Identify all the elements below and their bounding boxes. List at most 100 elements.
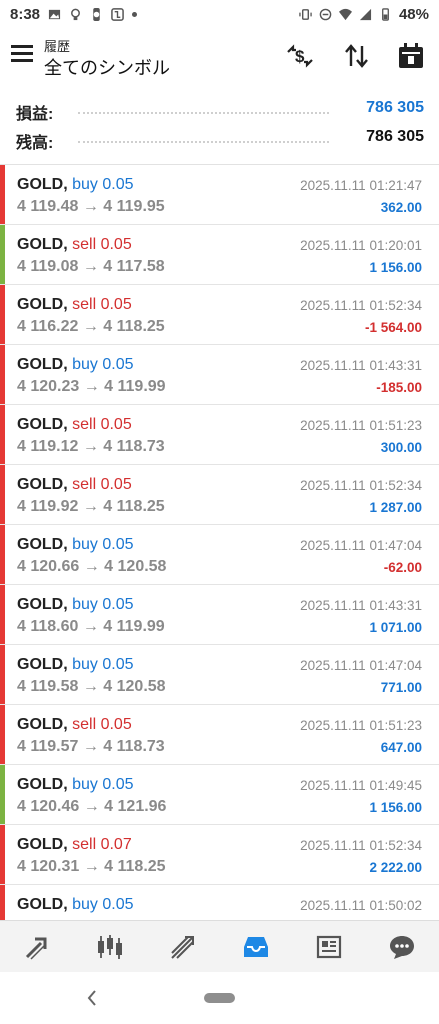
trade-symbol-line: GOLD, sell 0.05: [17, 296, 132, 314]
result-indicator-bar: [0, 885, 5, 921]
trade-row[interactable]: GOLD, buy 0.05 4 119.58 → 4 120.58 2025.11…: [0, 645, 439, 705]
trade-symbol: GOLD,: [17, 356, 68, 373]
menu-button[interactable]: [11, 45, 33, 63]
trade-symbol: GOLD,: [17, 176, 68, 193]
result-indicator-bar: [0, 585, 5, 644]
trade-row[interactable]: GOLD, sell 0.07 4 120.31 → 4 118.25 2025.1…: [0, 825, 439, 885]
trade-side-lots: sell 0.05: [72, 296, 132, 313]
trade-symbol-line: GOLD, buy 0.05: [17, 596, 134, 614]
trade-row[interactable]: GOLD, buy 0.05 4 120.66 → 4 120.58 2025.11…: [0, 525, 439, 585]
currency-exchange-icon[interactable]: $: [285, 42, 315, 70]
trade-icon: [171, 936, 194, 959]
svg-text:$: $: [295, 47, 305, 66]
trade-symbol-line: GOLD, buy 0.05: [17, 536, 134, 554]
sort-icon[interactable]: [342, 42, 372, 70]
trade-time: 2025.11.11 01:52:34: [300, 838, 422, 853]
trade-side-lots: buy 0.05: [72, 596, 134, 613]
trade-row[interactable]: GOLD, buy 0.054 121.25 → 4 122.122025.11…: [0, 885, 439, 921]
watch-icon: [93, 7, 100, 21]
battery-percent: 48%: [398, 5, 429, 23]
vibrate-icon: [299, 8, 312, 20]
dotted-leader: [78, 141, 329, 143]
nav-history[interactable]: [236, 929, 276, 965]
trade-prices: 4 119.58 → 4 120.58: [17, 678, 166, 695]
trade-row[interactable]: GOLD, sell 0.05 4 119.92 → 4 118.25 2025.1…: [0, 465, 439, 525]
trade-symbol: GOLD,: [17, 536, 68, 553]
trade-profit: -1 564.00: [364, 320, 422, 335]
trade-time: 2025.11.11 01:43:31: [300, 358, 422, 373]
trade-time: 2025.11.11 01:50:02: [300, 898, 422, 913]
trade-row[interactable]: GOLD, sell 0.05 4 119.12 → 4 118.73 2025.1…: [0, 405, 439, 465]
trade-row[interactable]: GOLD, buy 0.05 4 118.60 → 4 119.99 2025.11…: [0, 585, 439, 645]
wifi-icon: [338, 8, 352, 20]
trade-row[interactable]: GOLD, buy 0.05 4 120.23 → 4 119.99 2025.11…: [0, 345, 439, 405]
trade-symbol-line: GOLD, buy 0.05: [17, 776, 134, 794]
system-navigation-bar: [0, 972, 439, 1024]
trade-row[interactable]: GOLD, sell 0.05 4 119.57 → 4 118.73 2025.1…: [0, 705, 439, 765]
trade-side-lots: sell 0.05: [72, 716, 132, 733]
trade-profit: 1 156.00: [369, 260, 422, 275]
trade-row[interactable]: GOLD, buy 0.05 4 120.46 → 4 121.96 2025.11…: [0, 765, 439, 825]
trade-row[interactable]: GOLD, sell 0.05 4 116.22 → 4 118.25 2025.1…: [0, 285, 439, 345]
bottom-navigation: [0, 920, 439, 973]
trade-row[interactable]: GOLD, sell 0.05 4 119.08 → 4 117.58 2025.1…: [0, 225, 439, 285]
pnl-value: 786 305: [366, 99, 424, 116]
trade-time: 2025.11.11 01:47:04: [300, 538, 422, 553]
result-indicator-bar: [0, 465, 5, 524]
nav-trade[interactable]: [163, 929, 203, 965]
balance-value: 786 305: [366, 128, 424, 145]
chart-icon: [97, 935, 122, 959]
nav-news[interactable]: [309, 929, 349, 965]
nav-quotes[interactable]: [17, 929, 57, 965]
trade-symbol: GOLD,: [17, 596, 68, 613]
balance-label: 残高:: [16, 135, 54, 152]
trade-prices: 4 120.66 → 4 120.58: [17, 558, 167, 575]
trade-side-lots: sell 0.07: [72, 836, 132, 853]
home-pill[interactable]: [204, 993, 235, 1003]
trade-side-lots: buy 0.05: [72, 176, 134, 193]
trade-symbol: GOLD,: [17, 896, 68, 913]
status-bar: 8:38 48%: [0, 0, 439, 28]
trade-symbol-line: GOLD, buy 0.05: [17, 896, 134, 914]
trade-symbol: GOLD,: [17, 296, 68, 313]
result-indicator-bar: [0, 705, 5, 764]
app-bar: 履歴 全てのシンボル $: [0, 28, 439, 86]
trade-prices: 4 119.57 → 4 118.73: [17, 738, 165, 755]
page-title[interactable]: 全てのシンボル: [44, 54, 170, 80]
pnl-label: 損益:: [16, 106, 54, 123]
battery-icon: [382, 7, 389, 21]
nav-chart[interactable]: [90, 929, 130, 965]
trade-symbol: GOLD,: [17, 416, 68, 433]
trade-symbol: GOLD,: [17, 776, 68, 793]
chat-icon: [390, 936, 415, 959]
history-icon: [244, 937, 269, 957]
trade-side-lots: sell 0.05: [72, 236, 132, 253]
trade-profit: 647.00: [380, 740, 422, 755]
trade-symbol-line: GOLD, buy 0.05: [17, 176, 134, 194]
trade-symbol: GOLD,: [17, 836, 68, 853]
trade-symbol-line: GOLD, sell 0.07: [17, 836, 132, 854]
trade-time: 2025.11.11 01:47:04: [300, 658, 422, 673]
news-icon: [317, 935, 342, 959]
page-subtitle: 履歴: [44, 39, 71, 54]
back-icon[interactable]: [84, 988, 100, 1008]
trade-side-lots: sell 0.05: [72, 416, 132, 433]
nav-chat[interactable]: [382, 929, 422, 965]
trade-history-list[interactable]: GOLD, buy 0.05 4 119.48 → 4 119.95 2025.11…: [0, 164, 439, 921]
pnl-row: 損益: 786 305: [0, 96, 439, 124]
trade-side-lots: buy 0.05: [72, 896, 134, 913]
trade-profit: 1 287.00: [369, 500, 422, 515]
trade-prices: 4 120.23 → 4 119.99: [17, 378, 166, 395]
calendar-icon[interactable]: [396, 42, 426, 70]
trade-profit: 2 222.00: [369, 860, 422, 875]
bulb-icon: [71, 8, 80, 20]
trade-row[interactable]: GOLD, buy 0.05 4 119.48 → 4 119.95 2025.11…: [0, 165, 439, 225]
trade-time: 2025.11.11 01:49:45: [300, 778, 422, 793]
trade-symbol: GOLD,: [17, 716, 68, 733]
result-indicator-bar: [0, 645, 5, 704]
result-indicator-bar: [0, 225, 5, 284]
trade-profit: -62.00: [383, 560, 422, 575]
trade-prices: 4 116.22 → 4 118.25: [17, 318, 165, 335]
trade-profit: 771.00: [380, 680, 422, 695]
trade-prices: 4 120.31 → 4 118.25: [17, 858, 166, 875]
